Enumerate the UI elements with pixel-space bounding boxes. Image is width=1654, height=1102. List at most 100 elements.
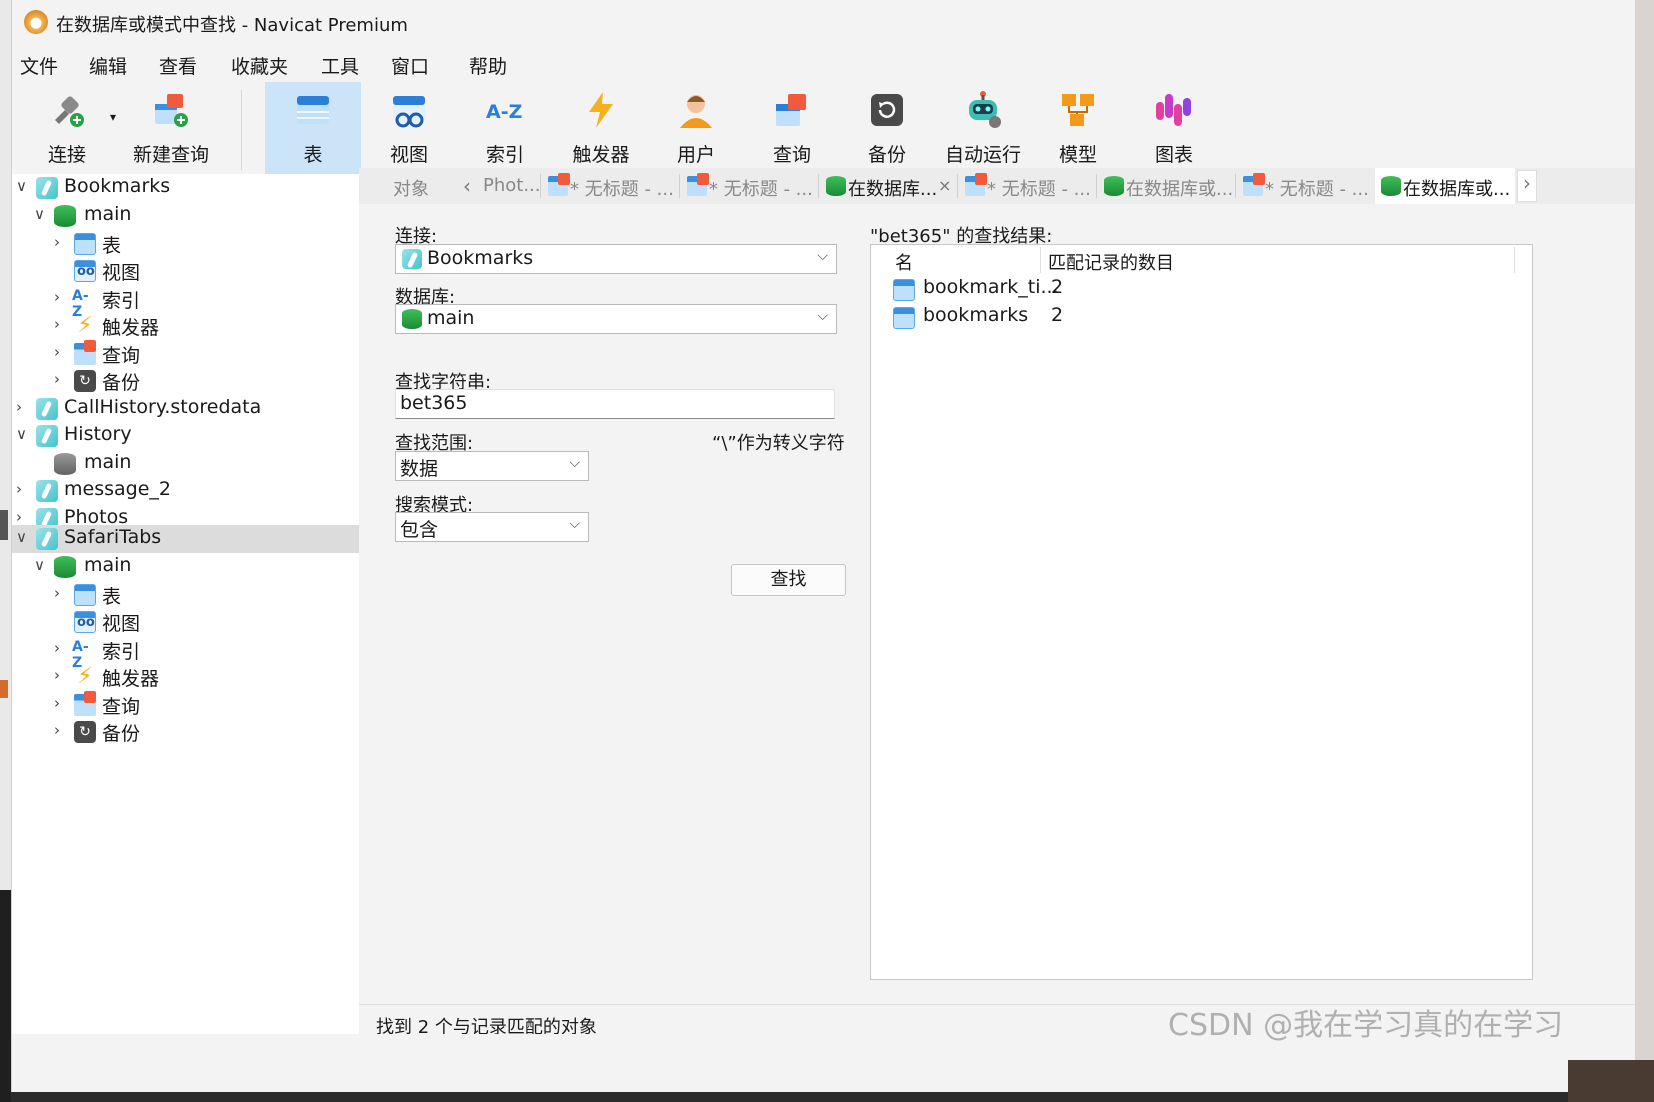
automation-button[interactable]: 自动运行 <box>935 82 1031 174</box>
user-label: 用户 <box>676 144 715 166</box>
tab-untitled-query[interactable]: * 无标题 - ... <box>959 168 1095 204</box>
tab-find-in-database[interactable]: 在数据库或... <box>1098 168 1234 204</box>
backup-label: 备份 <box>867 144 906 166</box>
table-row[interactable]: bookmark_ti... 2 <box>871 275 1531 303</box>
tree-item-label: 索引 <box>102 641 141 663</box>
view-icon <box>74 611 96 633</box>
tree-item-triggers[interactable]: › ⚡ 触发器 <box>12 663 370 691</box>
tab-objects[interactable]: 对象 <box>359 168 459 204</box>
tree-item-history-main[interactable]: main <box>12 450 370 478</box>
tree-item-message2[interactable]: › message_2 <box>12 477 370 505</box>
sqlite-connection-icon <box>36 398 58 420</box>
search-scope-select[interactable]: 数据 ⌵ <box>395 451 589 481</box>
tree-item-indexes[interactable]: › A-Z 索引 <box>12 285 370 320</box>
menu-help[interactable]: 帮助 <box>469 52 507 79</box>
chevron-right-icon[interactable]: › <box>16 480 22 498</box>
menu-tools[interactable]: 工具 <box>321 52 359 79</box>
menu-window[interactable]: 窗口 <box>391 52 429 79</box>
connection-select[interactable]: Bookmarks ⌵ <box>395 244 837 274</box>
chevron-right-icon[interactable]: › <box>54 233 60 251</box>
tree-item-tables[interactable]: › 表 <box>12 581 370 609</box>
chevron-down-icon[interactable]: ∨ <box>16 528 27 546</box>
tree-item-views[interactable]: 视图 <box>12 257 370 285</box>
tree-item-backups[interactable]: › ↻ 备份 <box>12 367 370 395</box>
chart-button[interactable]: 图表 <box>1126 82 1222 174</box>
chevron-right-icon[interactable]: › <box>54 639 60 657</box>
chevron-right-icon[interactable]: › <box>16 508 22 526</box>
chevron-right-icon[interactable]: › <box>16 398 22 416</box>
tree-item-tables[interactable]: › 表 <box>12 230 370 258</box>
tab-untitled-query[interactable]: * 无标题 - ... <box>1237 168 1373 204</box>
query-button[interactable]: 查询 <box>744 82 840 174</box>
column-header-name[interactable]: 名 <box>895 249 913 275</box>
find-database-icon <box>1104 176 1124 196</box>
column-header-match-count[interactable]: 匹配记录的数目 <box>1048 249 1174 275</box>
chevron-down-icon[interactable]: ∨ <box>34 556 45 574</box>
document-tab-bar: 对象 ‹ Phot... * 无标题 - ... * 无标题 - ... 在数据… <box>359 168 1635 205</box>
new-query-button[interactable]: 新建查询 <box>123 82 219 174</box>
tree-item-views[interactable]: 视图 <box>12 608 370 636</box>
model-button[interactable]: 模型 <box>1030 82 1126 174</box>
tab-photos[interactable]: Phot... <box>475 168 541 204</box>
chevron-right-icon[interactable]: › <box>54 584 60 602</box>
chevron-right-icon[interactable]: › <box>54 315 60 333</box>
chevron-down-icon[interactable]: ∨ <box>16 177 27 195</box>
trigger-icon: ⚡ <box>77 664 93 689</box>
tab-label: * 无标题 - ... <box>709 179 813 200</box>
tab-scroll-left-icon[interactable]: ‹ <box>463 174 471 198</box>
chevron-right-icon[interactable]: › <box>54 721 60 739</box>
backup-button[interactable]: 备份 <box>839 82 935 174</box>
tab-close-icon[interactable]: × <box>938 176 951 195</box>
column-divider <box>1514 247 1515 273</box>
tree-item-queries[interactable]: › 查询 <box>12 340 370 368</box>
tree-item-indexes[interactable]: › A-Z 索引 <box>12 636 370 671</box>
tab-scroll-right-icon[interactable]: › <box>1517 170 1537 202</box>
chevron-right-icon[interactable]: › <box>54 343 60 361</box>
chevron-right-icon[interactable]: › <box>54 370 60 388</box>
tree-item-safaritabs-main[interactable]: ∨ main <box>12 553 370 581</box>
tab-label: Phot... <box>483 175 541 196</box>
connect-button[interactable]: 连接 <box>19 82 115 174</box>
chevron-down-icon[interactable]: ∨ <box>34 205 45 223</box>
database-icon <box>54 205 76 227</box>
tab-untitled-query[interactable]: * 无标题 - ... <box>681 168 817 204</box>
tab-label: 在数据库或... <box>1126 179 1234 200</box>
table-row[interactable]: bookmarks 2 <box>871 303 1531 331</box>
index-button[interactable]: A-Z 索引 <box>457 82 553 174</box>
menu-favorites[interactable]: 收藏夹 <box>231 52 288 79</box>
query-label: 查询 <box>772 144 811 166</box>
tab-untitled-query[interactable]: * 无标题 - ... <box>542 168 678 204</box>
tree-item-bookmarks[interactable]: ∨ Bookmarks <box>12 174 370 202</box>
tree-item-backups[interactable]: › ↻ 备份 <box>12 718 370 746</box>
tree-item-queries[interactable]: › 查询 <box>12 691 370 719</box>
tree-item-triggers[interactable]: › ⚡ 触发器 <box>12 312 370 340</box>
table-button[interactable]: 表 <box>265 82 361 174</box>
chart-icon <box>1156 94 1191 126</box>
connect-label: 连接 <box>47 144 86 166</box>
chevron-down-icon[interactable]: ∨ <box>16 425 27 443</box>
index-icon: A-Z <box>72 288 89 320</box>
view-button[interactable]: 视图 <box>361 82 457 174</box>
menu-view[interactable]: 查看 <box>159 52 197 79</box>
tree-item-callhistory[interactable]: › CallHistory.storedata <box>12 395 370 423</box>
menu-edit[interactable]: 编辑 <box>89 52 127 79</box>
tree-item-history[interactable]: ∨ History <box>12 422 370 450</box>
find-button[interactable]: 查找 <box>731 564 846 596</box>
menu-file[interactable]: 文件 <box>20 52 58 79</box>
toolbar-separator <box>241 90 242 170</box>
chevron-right-icon[interactable]: › <box>54 288 60 306</box>
chevron-right-icon[interactable]: › <box>54 694 60 712</box>
database-select[interactable]: main ⌵ <box>395 304 837 334</box>
tab-separator <box>1235 174 1236 198</box>
tree-item-main-database[interactable]: ∨ main <box>12 202 370 230</box>
search-string-input[interactable]: bet365 <box>395 389 835 419</box>
search-mode-select[interactable]: 包含 ⌵ <box>395 512 589 542</box>
result-count: 2 <box>1051 276 1064 298</box>
tree-item-safaritabs[interactable]: ∨ SafariTabs <box>12 525 370 553</box>
tab-find-in-database[interactable]: 在数据库... × <box>820 168 956 204</box>
tab-find-in-database-active[interactable]: 在数据库或... <box>1375 168 1515 204</box>
trigger-button[interactable]: 触发器 <box>553 82 649 174</box>
chevron-right-icon[interactable]: › <box>54 666 60 684</box>
connect-dropdown-icon[interactable]: ▾ <box>110 110 116 124</box>
user-button[interactable]: 用户 <box>648 82 744 174</box>
